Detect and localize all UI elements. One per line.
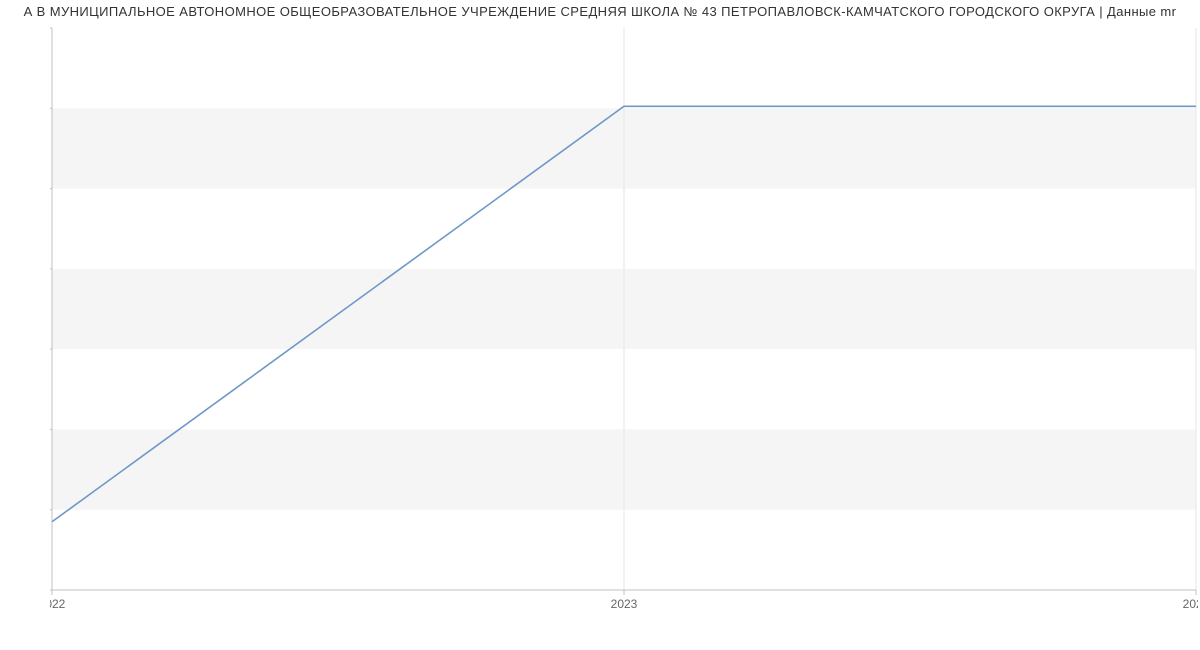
x-axis-tick-label: 2022 [50,597,66,611]
x-axis-tick-label: 2024 [1183,597,1198,611]
chart-svg: 3800040000420004400046000480005000052000… [50,24,1198,614]
chart-title: А В МУНИЦИПАЛЬНОЕ АВТОНОМНОЕ ОБЩЕОБРАЗОВ… [0,0,1200,19]
x-axis-tick-label: 2023 [611,597,638,611]
chart-plot-area: 3800040000420004400046000480005000052000… [50,24,1198,614]
